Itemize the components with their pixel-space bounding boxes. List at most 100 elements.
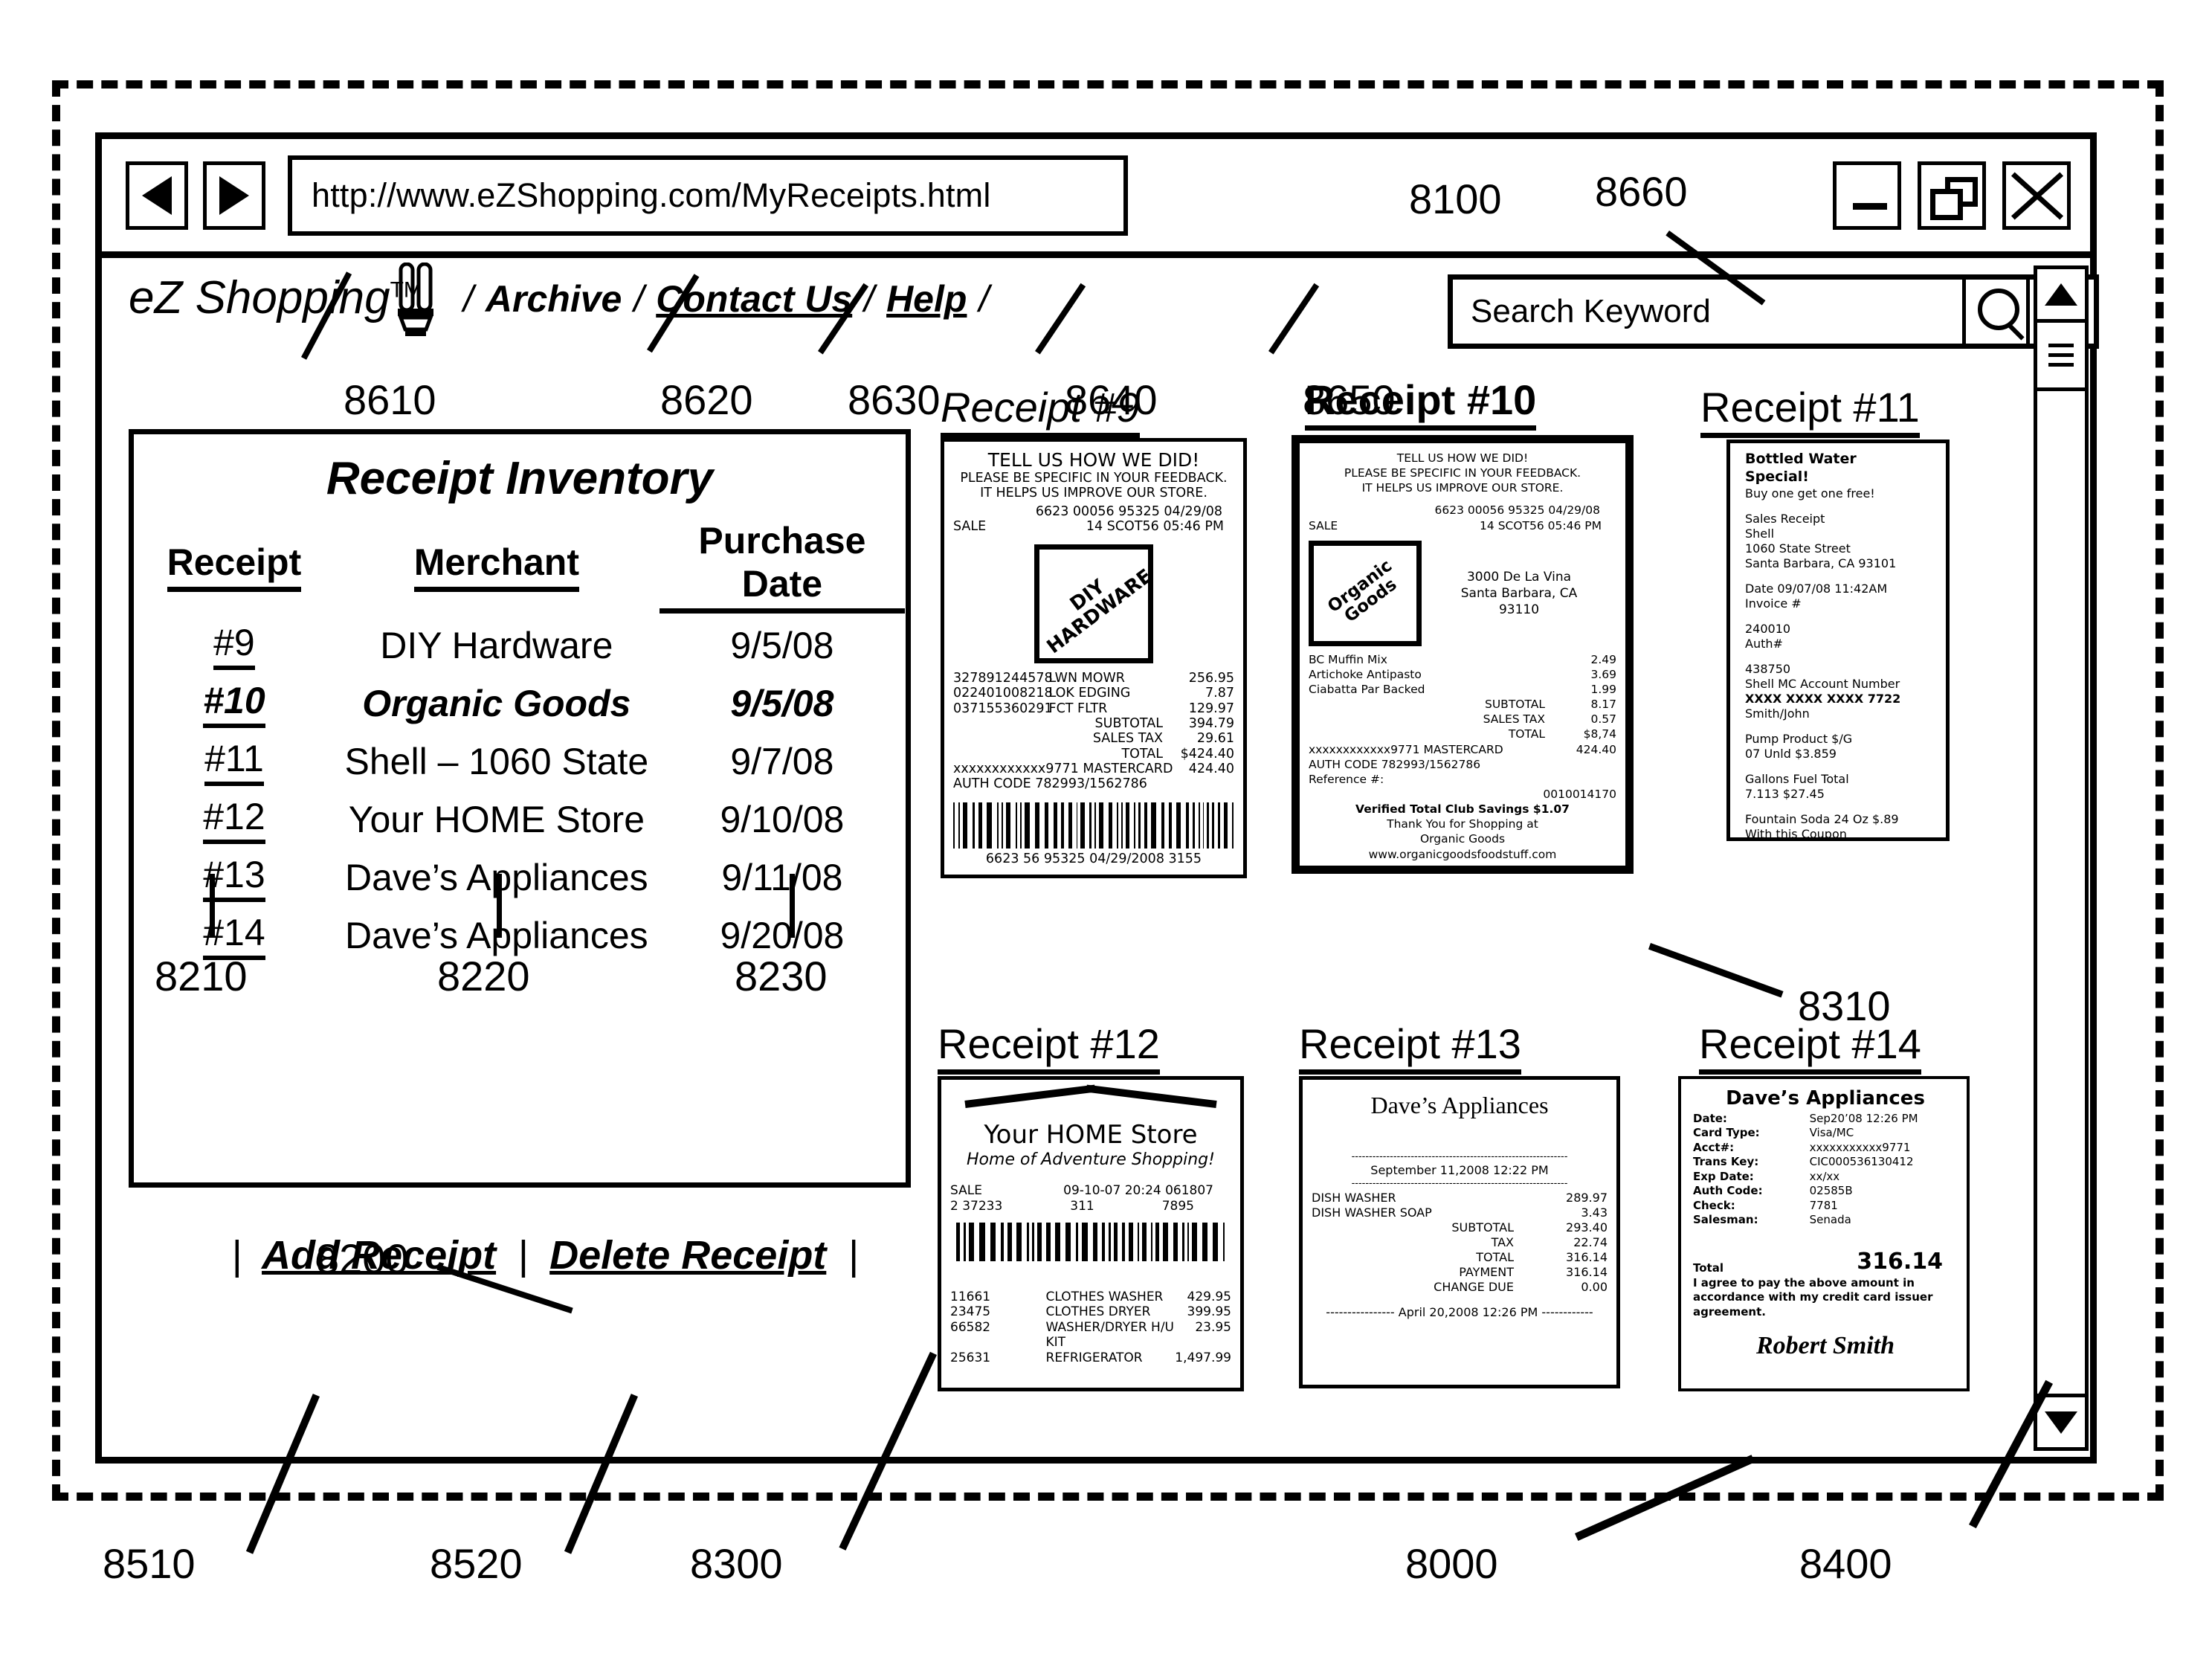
r10-totals-row: SALES TAX 0.57: [1483, 712, 1616, 727]
receipt-11-card[interactable]: Bottled Water Special! Buy one get one f…: [1726, 440, 1950, 841]
r9-items-row: 327891244578 LWN MOWR 256.95: [953, 671, 1234, 686]
receipt-9-card[interactable]: TELL US HOW WE DID! PLEASE BE SPECIFIC I…: [941, 438, 1247, 878]
scroll-down-button[interactable]: [2037, 1394, 2085, 1447]
inventory-row-10[interactable]: #10 Organic Goods 9/5/08: [134, 674, 906, 733]
leader-8220: [497, 874, 502, 938]
cell-date: 9/11/08: [721, 857, 843, 898]
cell-merchant: Your HOME Store: [348, 799, 645, 840]
cell-receipt[interactable]: #11: [134, 733, 335, 791]
receipt-12-heading[interactable]: Receipt #12: [938, 1020, 1160, 1075]
scrollbar-thumb[interactable]: [2037, 323, 2085, 391]
r13-totals-row: SUBTOTAL 293.40: [1451, 1220, 1608, 1234]
ref-8650: 8650: [1303, 376, 1396, 423]
r10-address-2: Santa Barbara, CA: [1460, 585, 1578, 601]
r13-totals-row: CHANGE DUE 0.00: [1434, 1279, 1608, 1294]
ref-8510: 8510: [103, 1540, 196, 1587]
cell-date: 9/5/08: [730, 625, 834, 666]
r13-totals: SUBTOTAL 293.40 TAX 22.74 TOTAL 316.14 PAYMENT…: [1312, 1220, 1608, 1295]
r9-items-row: 037155360291 FCT FLTR 129.97: [953, 701, 1234, 716]
cell-receipt[interactable]: #12: [134, 791, 335, 849]
search-button[interactable]: [1966, 280, 2030, 344]
r11-coupon-1: Fountain Soda 24 Oz $.89: [1745, 811, 1899, 826]
r14-fields-row: Date: Sep20’08 12:26 PM: [1693, 1111, 1918, 1125]
r10-address-1: 3000 De La Vina: [1466, 569, 1572, 585]
back-button[interactable]: [126, 161, 188, 230]
receipt-10-card[interactable]: TELL US HOW WE DID! PLEASE BE SPECIFIC I…: [1292, 435, 1634, 874]
r13-totals-row: TOTAL 316.14: [1476, 1249, 1608, 1264]
r13-divider-top: ----------------------------------------…: [1351, 1151, 1568, 1162]
receipt-13-heading[interactable]: Receipt #13: [1299, 1020, 1521, 1075]
cell-receipt[interactable]: #10: [134, 674, 335, 733]
r12-barcode: [950, 1222, 1231, 1261]
nav-link-archive[interactable]: Archive: [486, 277, 622, 321]
ref-8660: 8660: [1595, 168, 1688, 215]
r10-reference-label: Reference #:: [1309, 772, 1384, 786]
r14-store-name: Dave’s Appliances: [1726, 1087, 1925, 1110]
forward-button[interactable]: [203, 161, 265, 230]
inventory-row-11[interactable]: #11 Shell – 1060 State 9/7/08: [134, 733, 906, 791]
delete-receipt-button[interactable]: Delete Receipt: [549, 1233, 826, 1278]
nav-sep-0: /: [463, 278, 474, 320]
r12-meta1-left: SALE: [950, 1183, 982, 1199]
cell-receipt[interactable]: #13: [134, 849, 335, 907]
url-bar[interactable]: http://www.eZShopping.com/MyReceipts.htm…: [288, 155, 1128, 236]
r10-thanks-2: Organic Goods: [1419, 832, 1506, 846]
r10-survey-line1: PLEASE BE SPECIFIC IN YOUR FEEDBACK.: [1344, 466, 1581, 480]
inventory-title: Receipt Inventory: [326, 453, 714, 504]
nav-sep-1: /: [633, 278, 645, 320]
action-sep-0: |: [231, 1233, 242, 1278]
r14-fields-row: Auth Code: 02585B: [1693, 1184, 1853, 1198]
window-controls: [1833, 161, 2071, 230]
r10-auth: AUTH CODE 782993/1562786: [1309, 757, 1481, 771]
cell-merchant: DIY Hardware: [380, 625, 613, 666]
inventory-row-9[interactable]: #9 DIY Hardware 9/5/08: [134, 616, 906, 674]
r14-agreement: I agree to pay the above amount in accor…: [1693, 1275, 1933, 1319]
cell-receipt[interactable]: #9: [134, 616, 335, 674]
r9-card-amt: 424.40: [1188, 761, 1234, 776]
r10-reference-number: 0010014170: [1543, 787, 1616, 801]
r12-store-name: Your HOME Store: [984, 1120, 1198, 1150]
r10-card-amt: 424.40: [1576, 742, 1616, 756]
r9-auth: AUTH CODE 782993/1562786: [953, 776, 1147, 792]
r9-policy-title: RETURN POLICY DEFINITIONS: [953, 874, 1234, 875]
r11-gallons-row: 7.113 $27.45: [1745, 786, 1825, 801]
r12-items-row: 25631 REFRIGERATOR 1,497.99: [950, 1350, 1231, 1365]
r9-totals-row: TOTAL $424.40: [1121, 746, 1234, 762]
site-nav: / Archive / Contact Us / Help /: [451, 277, 1001, 321]
r12-tagline: Home of Adventure Shopping!: [967, 1150, 1215, 1169]
r10-club-savings: Verified Total Club Savings $1.07: [1355, 802, 1570, 817]
scroll-up-button[interactable]: [2037, 269, 2085, 323]
nav-link-help[interactable]: Help: [886, 277, 967, 321]
restore-button[interactable]: [1918, 161, 1986, 230]
r10-website: www.organicgoodsfoodstuff.com: [1368, 847, 1557, 861]
cell-date: 9/10/08: [720, 799, 845, 840]
r11-invoice-label: Invoice #: [1745, 596, 1802, 611]
r10-merchant-logo: Organic Goods: [1309, 540, 1422, 646]
receipt-14-card[interactable]: Dave’s Appliances Date: Sep20’08 12:26 PM…: [1678, 1076, 1970, 1391]
inventory-row-12[interactable]: #12 Your HOME Store 9/10/08: [134, 791, 906, 849]
cell-date: 9/5/08: [730, 683, 834, 724]
vertical-scrollbar[interactable]: [2034, 265, 2089, 1451]
r9-totals-row: SALES TAX 29.61: [1092, 731, 1234, 747]
house-roof-icon: [965, 1092, 1216, 1117]
minimize-button[interactable]: [1833, 161, 1901, 230]
r14-fields-row: Trans Key: CIC000536130412: [1693, 1155, 1914, 1169]
receipt-12-card[interactable]: Your HOME Store Home of Adventure Shoppi…: [938, 1076, 1244, 1391]
r11-invoice-number: 240010: [1745, 621, 1791, 636]
ref-8210: 8210: [155, 953, 248, 999]
ref-8220: 8220: [437, 953, 530, 999]
r11-line: 1060 State Street: [1745, 541, 1851, 556]
r9-survey-line1: PLEASE BE SPECIFIC IN YOUR FEEDBACK.: [960, 471, 1228, 486]
r12-item-list: 11661 CLOTHES WASHER 429.95 23475 CLOTHES DR…: [950, 1290, 1231, 1365]
r12-items-row: 66582 WASHER/DRYER H/U KIT 23.95: [950, 1319, 1231, 1350]
r14-fields-row: Salesman: Senada: [1693, 1213, 1851, 1227]
receipt-13-card[interactable]: Dave’s Appliances ----------------------…: [1299, 1076, 1620, 1388]
r9-totals-row: SUBTOTAL 394.79: [1094, 716, 1234, 732]
search-input[interactable]: Search Keyword: [1453, 280, 1966, 344]
close-button[interactable]: [2002, 161, 2071, 230]
r14-fields-row: Card Type: Visa/MC: [1693, 1126, 1854, 1140]
column-header-purchase-date: Purchase Date: [659, 519, 905, 614]
action-sep-2: |: [848, 1233, 859, 1278]
ref-8310: 8310: [1798, 982, 1891, 1029]
receipt-11-heading[interactable]: Receipt #11: [1700, 383, 1920, 438]
